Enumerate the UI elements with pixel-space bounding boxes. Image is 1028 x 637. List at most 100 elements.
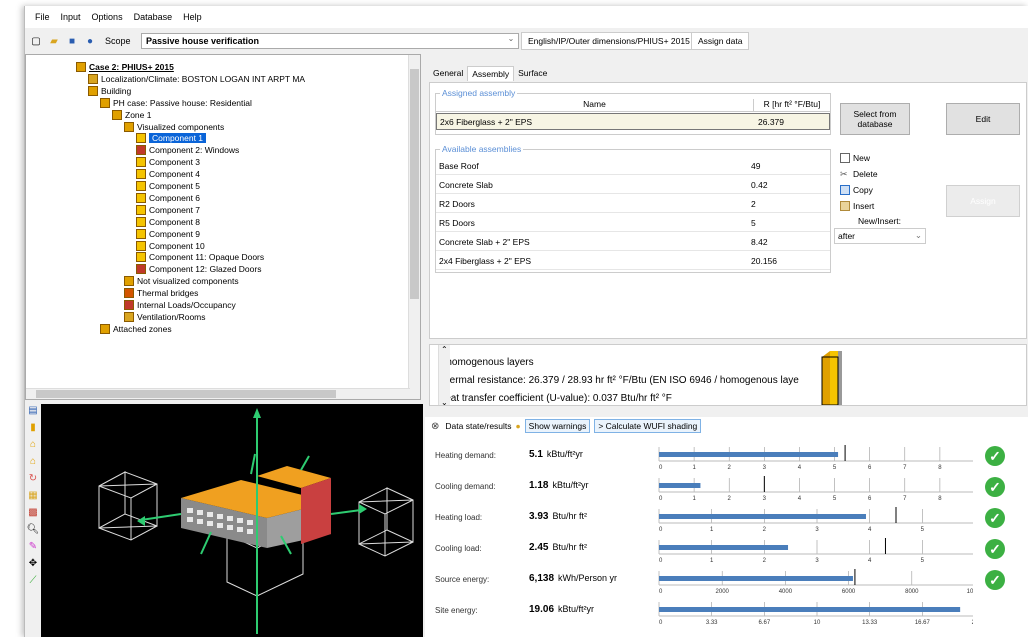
info-scrollbar[interactable]: ⌃ ⌄ — [438, 345, 450, 405]
scrollbar-thumb[interactable] — [410, 69, 419, 299]
tree-node[interactable]: Thermal bridges — [124, 287, 198, 299]
tick-label: 16.67 — [915, 620, 931, 626]
component-color-icon[interactable]: ▮ — [26, 422, 40, 438]
assembly-r: 20.156 — [751, 256, 777, 266]
tree-node[interactable]: Internal Loads/Occupancy — [124, 299, 236, 311]
tree-node[interactable]: Component 10 — [136, 240, 205, 252]
menu-input[interactable]: Input — [61, 12, 81, 22]
copy-button[interactable]: Copy — [840, 185, 873, 195]
tree-node[interactable]: Case 2: PHIUS+ 2015 — [76, 61, 174, 73]
tree-node[interactable]: Component 11: Opaque Doors — [136, 251, 264, 263]
rotate-icon[interactable]: ↻ — [26, 473, 40, 489]
chevron-down-icon[interactable]: ⌄ — [915, 230, 922, 241]
tree-node[interactable]: Zone 1 — [112, 109, 151, 121]
pencil-icon[interactable]: ✎ — [26, 541, 40, 557]
house-icon — [100, 323, 110, 334]
chevron-down-icon[interactable]: ⌄ — [504, 34, 518, 48]
measure-icon[interactable]: ⟋ — [26, 575, 40, 591]
result-number: 5.1 — [529, 449, 543, 460]
help-icon[interactable]: ● — [83, 34, 97, 48]
tree-node[interactable]: Not visualized components — [124, 275, 239, 287]
tree-node[interactable]: Component 1 — [136, 132, 207, 144]
tree-node[interactable]: Component 12: Glazed Doors — [136, 263, 261, 275]
tree-node[interactable]: Component 5 — [136, 180, 200, 192]
3d-viewport[interactable]: ▤ ▮ ⌂ ⌂ ↻ ▦ ▩ 🔍︎ ✎ ✥ ⟋ — [25, 404, 423, 637]
new-file-icon[interactable]: ▢ — [29, 34, 43, 48]
tree-node[interactable]: Localization/Climate: BOSTON LOGAN INT A… — [88, 73, 305, 85]
tree-node[interactable]: Building — [88, 85, 131, 97]
delete-button[interactable]: ✂ Delete — [840, 169, 878, 179]
zone-icon[interactable]: ⌂ — [26, 456, 40, 472]
grid-icon[interactable]: ▦ — [26, 490, 40, 506]
view-window-icon[interactable]: ▤ — [26, 405, 40, 421]
result-bar-gauge: 0123456789 — [658, 445, 973, 471]
units-button[interactable]: English/IP/Outer dimensions/PHIUS+ 2015 — [521, 32, 697, 50]
menu-database[interactable]: Database — [134, 12, 173, 22]
assembly-name: Concrete Slab + 2" EPS — [439, 237, 530, 247]
tick-label: 4 — [868, 558, 872, 564]
edit-button[interactable]: Edit — [946, 103, 1020, 135]
tree-node[interactable]: Ventilation/Rooms — [124, 311, 206, 323]
close-circle-icon[interactable]: ⊗ — [431, 421, 439, 432]
tab-general[interactable]: General — [429, 66, 467, 81]
result-number: 3.93 — [529, 511, 549, 522]
tree-node[interactable]: Component 6 — [136, 192, 200, 204]
tree-horizontal-scrollbar[interactable] — [26, 388, 410, 399]
assembly-name: 2x4 Fiberglass + 2" EPS — [439, 256, 532, 266]
insert-button[interactable]: Insert — [840, 201, 874, 211]
tree-node[interactable]: Component 4 — [136, 168, 200, 180]
insert-position-select[interactable]: after ⌄ — [834, 228, 926, 244]
new-insert-label: New/Insert: — [858, 216, 901, 226]
col-name-header[interactable]: Name — [436, 99, 754, 112]
assigned-assembly-row[interactable]: 2x6 Fiberglass + 2" EPS 26.379 — [436, 113, 830, 130]
tree-node[interactable]: Component 8 — [136, 216, 200, 228]
tree-node[interactable]: Component 7 — [136, 204, 200, 216]
result-bar-gauge: 0123456 — [658, 538, 973, 564]
pattern-icon[interactable]: ▩ — [26, 507, 40, 523]
assembly-row[interactable]: R2 Doors 2 — [436, 196, 830, 213]
chevron-up-icon[interactable]: ⌃ — [441, 345, 448, 354]
assembly-row[interactable]: 2x4 Fiberglass + 2" EPS 20.156 — [436, 253, 830, 270]
tick-label: 2 — [728, 465, 732, 471]
assembly-row[interactable]: Base Roof 49 — [436, 158, 830, 175]
assign-button[interactable]: Assign — [946, 185, 1020, 217]
menu-file[interactable]: File — [35, 12, 50, 22]
building-icon[interactable]: ⌂ — [26, 439, 40, 455]
select-from-database-button[interactable]: Select from database — [840, 103, 910, 135]
tree-node[interactable]: Visualized components — [124, 121, 224, 133]
calculate-shading-button[interactable]: > Calculate WUFI shading — [594, 419, 702, 433]
tab-surface[interactable]: Surface — [514, 66, 551, 81]
scope-select[interactable]: Passive house verification ⌄ — [141, 33, 519, 49]
save-icon[interactable]: ■ — [65, 34, 79, 48]
new-button[interactable]: New — [840, 153, 870, 163]
chevron-down-icon[interactable]: ⌄ — [441, 398, 448, 405]
tree-node[interactable]: Component 2: Windows — [136, 144, 239, 156]
col-r-header[interactable]: R [hr ft² °F/Btu] — [754, 99, 830, 112]
tree-node[interactable]: Component 3 — [136, 156, 200, 168]
tick-label: 3 — [763, 496, 767, 502]
tree-node[interactable]: PH case: Passive house: Residential — [100, 97, 252, 109]
scrollbar-thumb[interactable] — [36, 390, 336, 398]
tree-vertical-scrollbar[interactable] — [408, 55, 420, 399]
assembly-row[interactable]: Concrete Slab 0.42 — [436, 177, 830, 194]
menu-options[interactable]: Options — [92, 12, 123, 22]
toolbar: ▢ ▰ ■ ● Scope Passive house verification… — [25, 28, 1028, 54]
tab-assembly[interactable]: Assembly — [467, 66, 515, 81]
tree-node[interactable]: Attached zones — [100, 323, 172, 335]
show-warnings-button[interactable]: Show warnings — [524, 419, 591, 433]
assign-data-button[interactable]: Assign data — [691, 32, 750, 50]
results-header: ⊗ Data state/results ● Show warnings > C… — [425, 417, 1028, 435]
loads-icon — [124, 300, 134, 310]
open-folder-icon[interactable]: ▰ — [47, 34, 61, 48]
house-icon — [88, 85, 98, 96]
component-icon — [136, 157, 146, 168]
project-tree[interactable]: Case 2: PHIUS+ 2015 Localization/Climate:… — [25, 54, 421, 400]
tree-node-label: Component 12: Glazed Doors — [149, 264, 262, 275]
assembly-row[interactable]: Concrete Slab + 2" EPS 8.42 — [436, 234, 830, 251]
tree-node[interactable]: Component 9 — [136, 228, 200, 240]
move-icon[interactable]: ✥ — [26, 558, 40, 574]
menu-help[interactable]: Help — [183, 12, 202, 22]
zoom-icon[interactable]: 🔍︎ — [26, 524, 40, 540]
assembly-row[interactable]: R5 Doors 5 — [436, 215, 830, 232]
tick-label: 3 — [815, 558, 819, 564]
